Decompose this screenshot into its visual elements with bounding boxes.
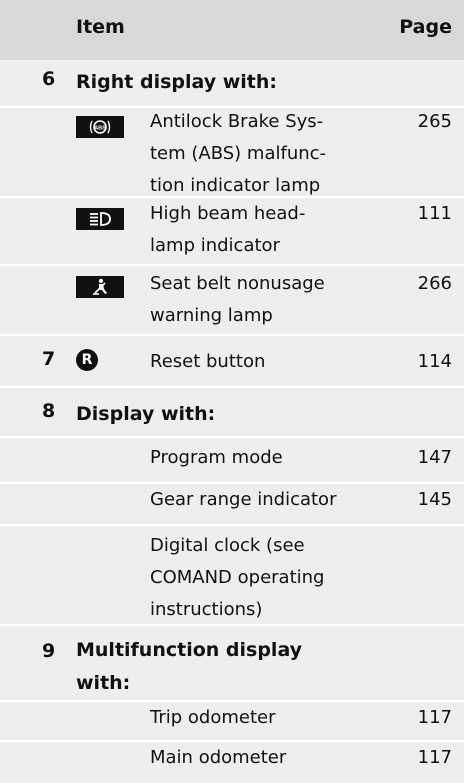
seat-belt-icon <box>76 276 124 298</box>
page-column-header: Page <box>399 16 452 38</box>
item-number: 9 <box>42 640 56 662</box>
table-header: Item Page <box>0 0 464 62</box>
table-row: High beam head- lamp indicator 111 <box>0 196 464 266</box>
table-row: Seat belt nonusage warning lamp 266 <box>0 264 464 336</box>
row-description: Reset button <box>150 351 266 372</box>
table-row: 8 Display with: <box>0 386 464 438</box>
row-description: Seat belt nonusage warning lamp <box>150 273 325 326</box>
table-row: ABS Antilock Brake Sys- tem (ABS) malfun… <box>0 106 464 198</box>
table-row: Gear range indicator 145 <box>0 482 464 526</box>
row-description: Gear range indicator <box>150 489 337 510</box>
table-row: Digital clock (see COMAND operating inst… <box>0 524 464 626</box>
table-row: Trip odometer 117 <box>0 700 464 742</box>
row-description: Antilock Brake Sys- tem (ABS) malfunc- t… <box>150 111 327 196</box>
table-row: 7 R Reset button 114 <box>0 334 464 388</box>
section-label: Display with: <box>76 403 216 425</box>
page-number: 114 <box>417 351 452 372</box>
row-description: Program mode <box>150 447 283 468</box>
index-table: Item Page 6 Right display with: ABS Anti… <box>0 0 464 783</box>
row-description: Digital clock (see COMAND operating inst… <box>150 535 325 620</box>
page-number: 265 <box>417 111 452 132</box>
row-description: High beam head- lamp indicator <box>150 203 306 256</box>
page-number: 147 <box>417 447 452 468</box>
item-number: 6 <box>42 68 56 90</box>
section-label: Right display with: <box>76 71 278 93</box>
table-row: Main odometer 117 <box>0 740 464 783</box>
row-description: Trip odometer <box>150 707 276 728</box>
item-number: 8 <box>42 400 56 422</box>
page-number: 111 <box>417 203 452 224</box>
high-beam-icon <box>76 208 124 230</box>
table-row: 6 Right display with: <box>0 60 464 106</box>
page-number: 117 <box>417 707 452 728</box>
table-row: 9 Multifunction display with: <box>0 624 464 702</box>
page-number: 266 <box>417 273 452 294</box>
table-row: Program mode 147 <box>0 436 464 484</box>
item-column-header: Item <box>76 16 125 38</box>
section-label: Multifunction display with: <box>76 639 303 694</box>
row-description: Main odometer <box>150 747 287 768</box>
reset-icon: R <box>76 349 98 371</box>
abs-icon: ABS <box>76 116 124 138</box>
item-number: 7 <box>42 348 56 370</box>
svg-text:ABS: ABS <box>94 126 106 132</box>
page-number: 145 <box>417 489 452 510</box>
page-number: 117 <box>417 747 452 768</box>
